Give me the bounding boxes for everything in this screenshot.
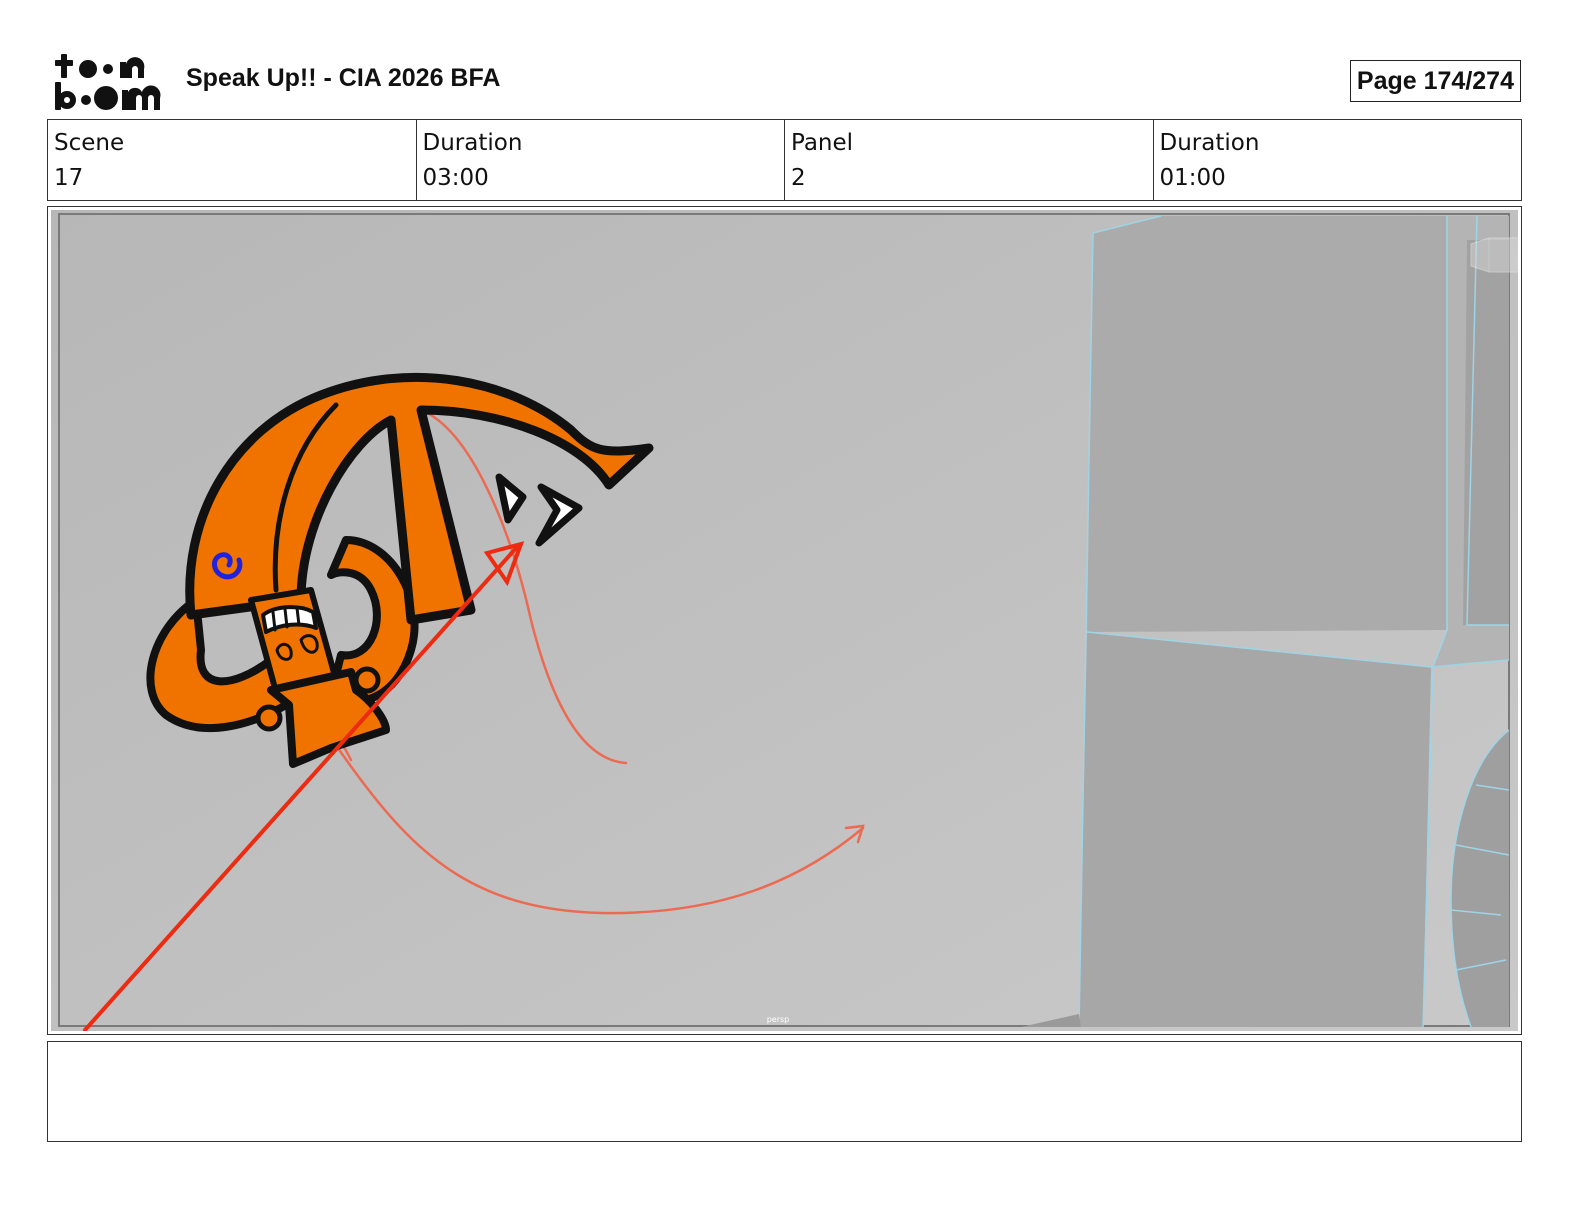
- panel-value: 2: [791, 165, 806, 191]
- project-title: Speak Up!! - CIA 2026 BFA: [186, 64, 501, 92]
- scene-value: 17: [54, 165, 84, 191]
- scene-duration-label: Duration: [422, 130, 523, 156]
- panel-notes-box[interactable]: [47, 1041, 1522, 1142]
- scene-duration-value: 03:00: [422, 165, 489, 191]
- panel-duration-label: Duration: [1159, 130, 1260, 156]
- panel-duration-value: 01:00: [1159, 165, 1226, 191]
- storyboard-panel-image: persp: [51, 210, 1518, 1031]
- storyboard-panel-frame: persp: [47, 206, 1522, 1035]
- scene-cell: Scene 17: [48, 120, 416, 200]
- panel-label: Panel: [791, 130, 854, 156]
- toon-boom-logo: [55, 54, 161, 110]
- viewport-label: persp: [767, 1015, 790, 1024]
- view-cube: [1470, 237, 1518, 273]
- page-number: Page 174/274: [1349, 60, 1521, 102]
- scene-duration-cell: Duration 03:00: [415, 120, 785, 200]
- panel-duration-cell: Duration 01:00: [1152, 120, 1522, 200]
- scene-label: Scene: [54, 130, 125, 156]
- panel-cell: Panel 2: [784, 120, 1153, 200]
- scene-info-table: Scene 17 Duration 03:00 Panel 2 Duration…: [47, 119, 1522, 201]
